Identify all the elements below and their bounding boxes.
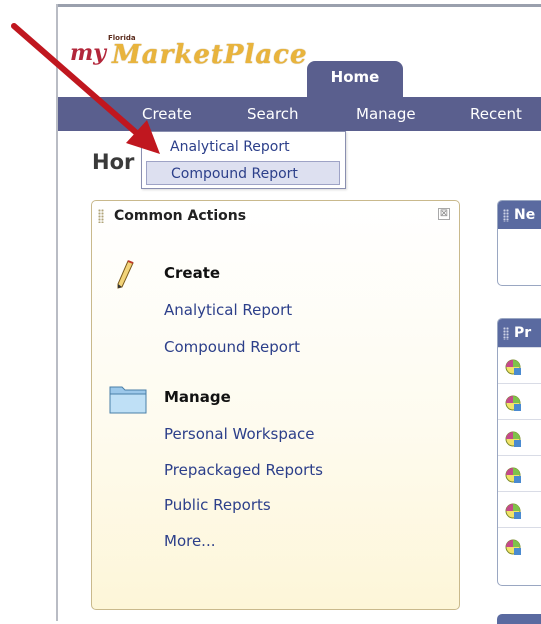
link-compound-report[interactable]: Compound Report xyxy=(164,338,300,356)
prepackaged-panel-header: Pr xyxy=(498,319,541,347)
drag-handle-icon[interactable] xyxy=(503,327,509,340)
list-item[interactable] xyxy=(498,491,541,528)
list-item[interactable] xyxy=(498,347,541,384)
nav-item-create-label: Create xyxy=(142,105,192,123)
create-dropdown-menu: Analytical Report Compound Report xyxy=(141,131,346,189)
report-icon xyxy=(505,359,521,375)
report-icon xyxy=(505,467,521,483)
list-item[interactable] xyxy=(498,419,541,456)
report-icon xyxy=(505,431,521,447)
nav-item-recent-label: Recent xyxy=(470,105,522,123)
prepackaged-panel-title: Pr xyxy=(514,325,532,341)
list-item[interactable] xyxy=(498,455,541,492)
link-more[interactable]: More... xyxy=(164,532,216,550)
report-icon xyxy=(505,503,521,519)
top-border xyxy=(58,4,541,7)
logo-prefix: my xyxy=(70,40,107,66)
nav-item-recent[interactable]: Recent xyxy=(470,97,522,131)
drag-handle-icon[interactable] xyxy=(503,209,509,222)
drag-handle-icon[interactable] xyxy=(98,209,104,223)
pencil-icon xyxy=(117,260,134,289)
report-icon xyxy=(505,539,521,555)
panel-title: Common Actions xyxy=(114,208,247,224)
nav-item-create[interactable]: Create xyxy=(142,97,192,131)
nav-item-search[interactable]: Search xyxy=(247,97,299,131)
main-nav-bar: Create Search Manage Recent xyxy=(58,97,541,131)
list-item[interactable] xyxy=(498,527,541,564)
logo-name: MarketPlace xyxy=(112,40,308,70)
nav-item-manage[interactable]: Manage xyxy=(356,97,416,131)
link-public-reports[interactable]: Public Reports xyxy=(164,496,271,514)
page-title: Hor xyxy=(92,150,135,174)
link-analytical-report[interactable]: Analytical Report xyxy=(164,301,292,319)
close-icon[interactable]: ⊠ xyxy=(438,208,450,220)
report-icon xyxy=(505,395,521,411)
nav-item-manage-label: Manage xyxy=(356,105,416,123)
nav-item-search-label: Search xyxy=(247,105,299,123)
create-heading: Create xyxy=(164,264,221,282)
news-panel-header: Ne xyxy=(498,201,541,229)
news-panel: Ne xyxy=(497,200,541,286)
link-prepackaged-reports[interactable]: Prepackaged Reports xyxy=(164,461,323,479)
mymarketplace-logo[interactable]: my Florida MarketPlace xyxy=(70,34,307,82)
manage-heading: Manage xyxy=(164,388,231,406)
bottom-panel-edge xyxy=(497,614,541,624)
common-actions-panel: Common Actions ⊠ Create Analytical Repor… xyxy=(91,200,460,610)
news-panel-title: Ne xyxy=(514,207,536,223)
menu-item-compound-report[interactable]: Compound Report xyxy=(146,161,340,185)
folder-icon xyxy=(109,386,147,414)
tab-home-label: Home xyxy=(330,68,380,86)
list-item[interactable] xyxy=(498,383,541,420)
menu-item-analytical-report[interactable]: Analytical Report xyxy=(146,135,340,159)
link-personal-workspace[interactable]: Personal Workspace xyxy=(164,425,315,443)
prepackaged-panel: Pr xyxy=(497,318,541,586)
tab-home[interactable]: Home xyxy=(307,61,403,97)
